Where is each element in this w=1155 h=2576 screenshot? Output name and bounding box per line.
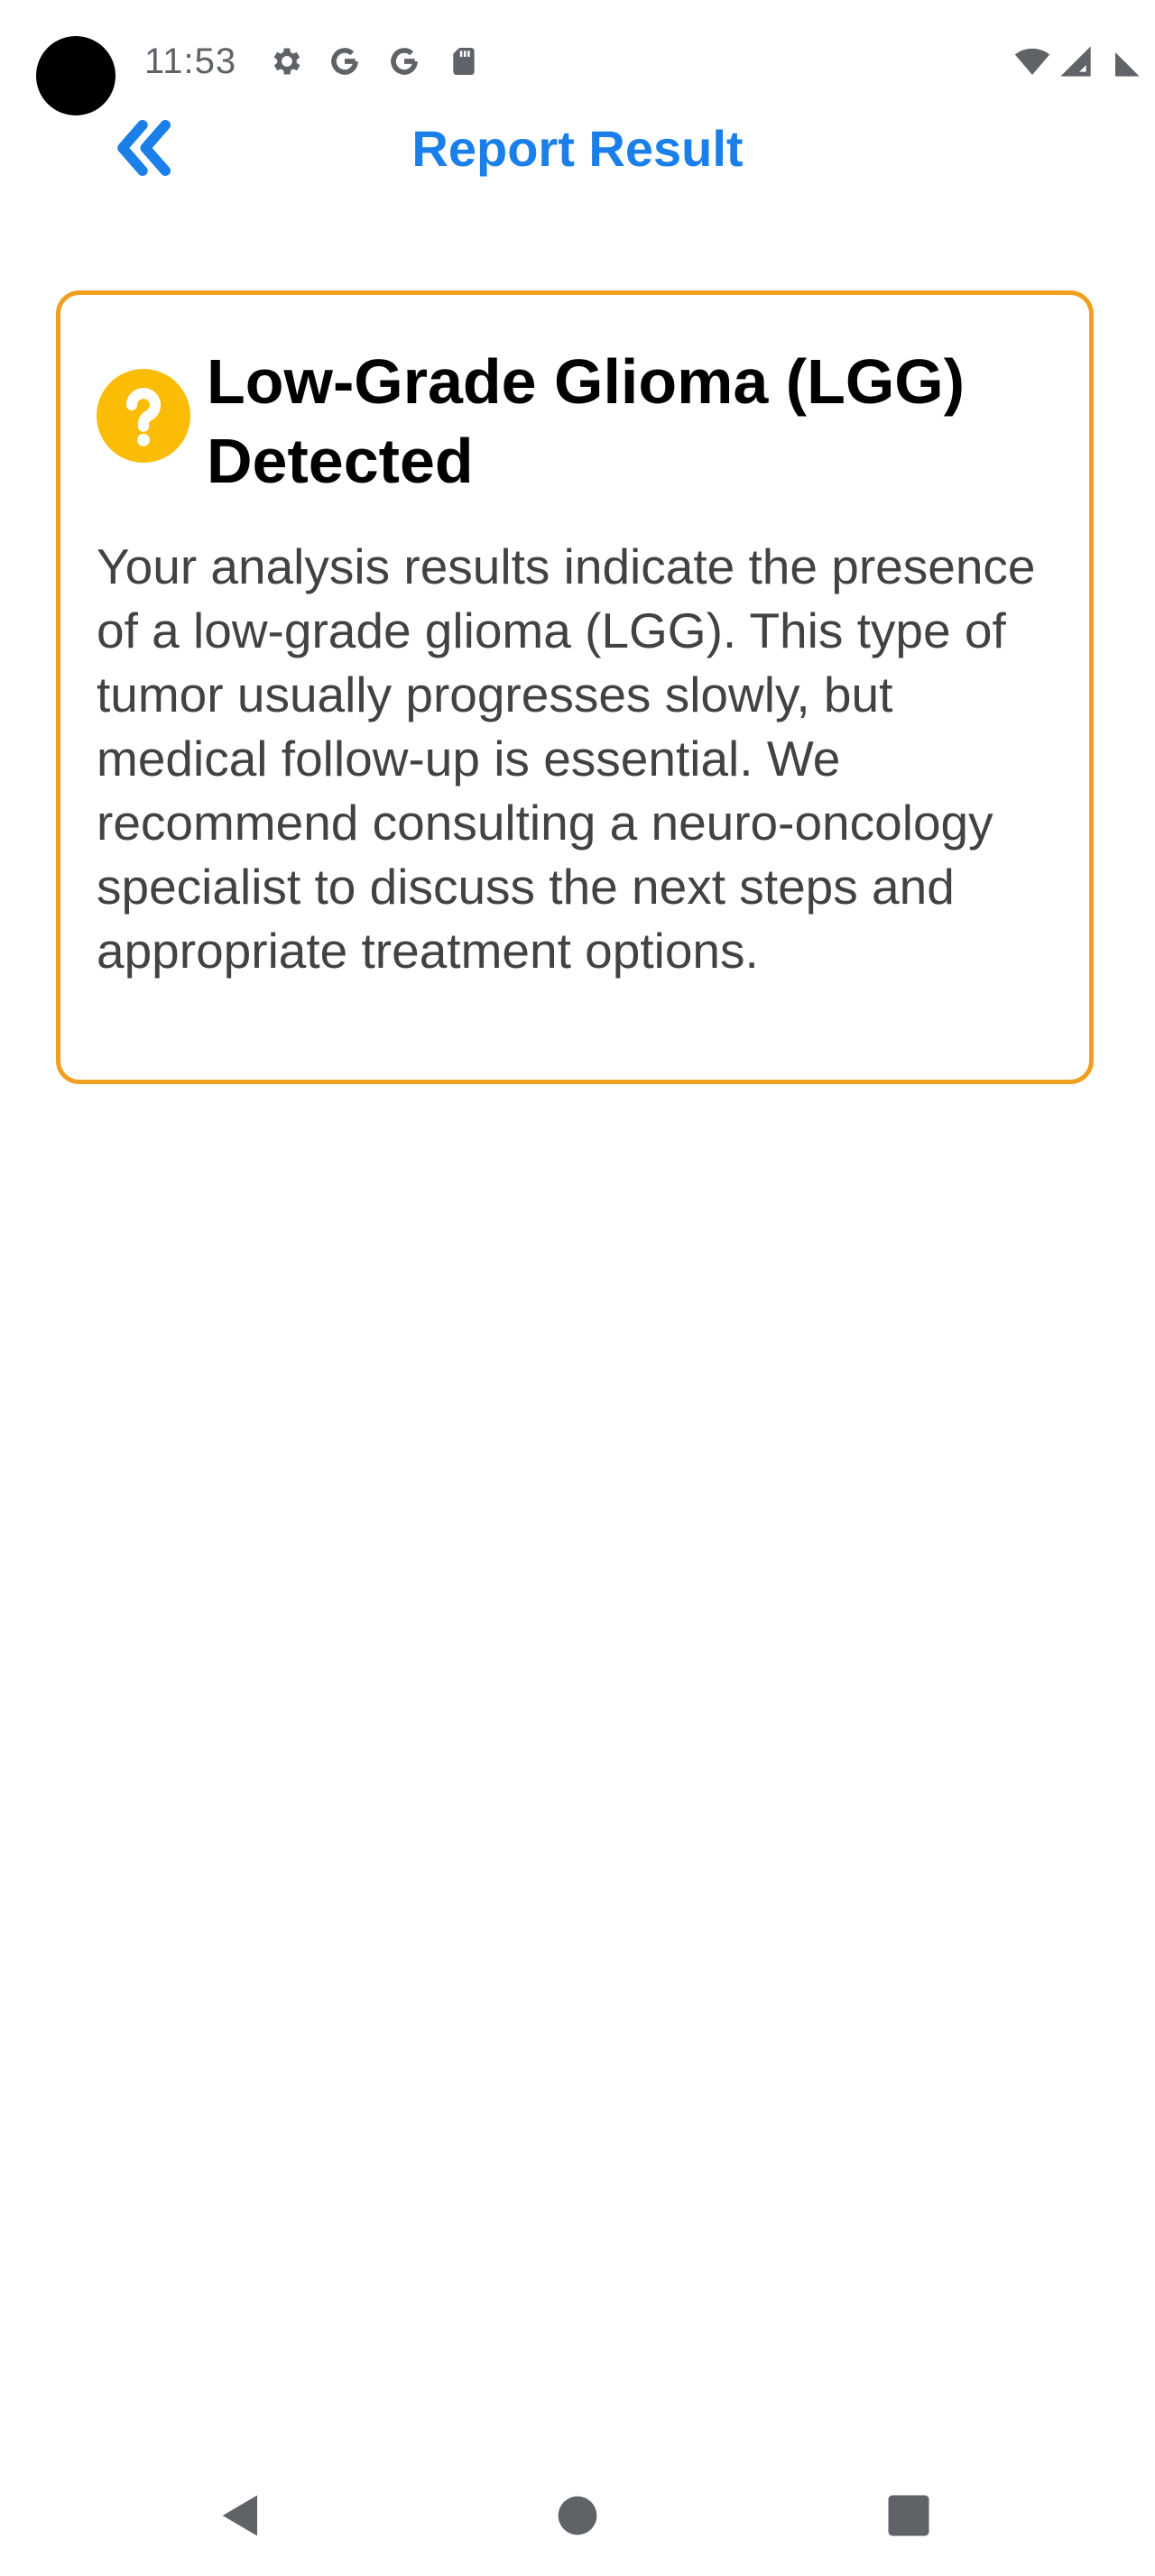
signal-icon bbox=[1058, 43, 1094, 79]
page-title: Report Result bbox=[411, 120, 744, 177]
result-title: Low-Grade Glioma (LGG) Detected bbox=[207, 346, 966, 496]
system-nav-bar bbox=[0, 2453, 1155, 2576]
recents-square-icon bbox=[888, 2495, 929, 2536]
nav-back-button[interactable] bbox=[217, 2491, 265, 2540]
back-triangle-icon bbox=[222, 2495, 257, 2536]
home-circle-icon bbox=[558, 2496, 597, 2535]
camera-cutout bbox=[36, 36, 116, 115]
signal-partial-icon bbox=[1106, 43, 1142, 79]
question-mark-circle-icon bbox=[97, 369, 190, 463]
google-icon bbox=[386, 43, 422, 79]
nav-home-button[interactable] bbox=[553, 2491, 602, 2540]
sd-card-icon bbox=[446, 43, 482, 79]
result-card: Low-Grade Glioma (LGG) Detected Your ana… bbox=[56, 290, 1094, 1084]
result-description: Your analysis results indicate the prese… bbox=[97, 538, 1036, 979]
nav-recents-button[interactable] bbox=[884, 2491, 933, 2540]
status-time: 11:53 bbox=[144, 41, 237, 81]
settings-icon bbox=[269, 43, 305, 79]
wifi-icon bbox=[1011, 43, 1054, 79]
status-bar: 11:53 bbox=[0, 0, 1155, 117]
header: Report Result bbox=[0, 108, 1155, 189]
google-icon bbox=[327, 43, 363, 79]
